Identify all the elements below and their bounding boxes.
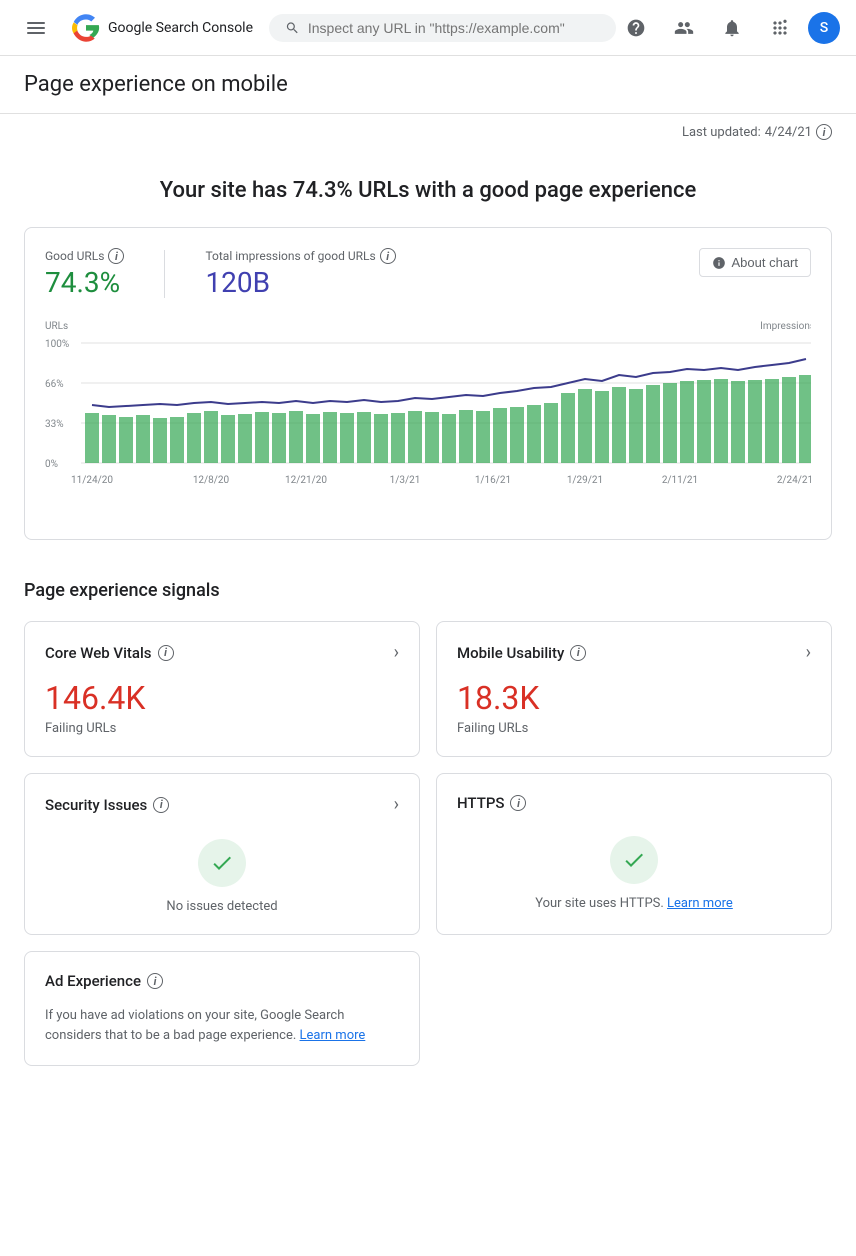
ad-experience-description: If you have ad violations on your site, … xyxy=(45,1006,399,1045)
notification-button[interactable] xyxy=(712,8,752,48)
impressions-metric: Total impressions of good URLs i 120B xyxy=(205,248,395,299)
mobile-usability-info-icon[interactable]: i xyxy=(570,645,586,661)
chart-label: 1/29/21 xyxy=(567,475,603,486)
good-urls-value: 74.3% xyxy=(45,266,124,299)
card-header: Ad Experience i xyxy=(45,972,399,990)
avatar[interactable]: S xyxy=(808,12,840,44)
hero-text: Your site has 74.3% URLs with a good pag… xyxy=(24,178,832,203)
impressions-info-icon[interactable]: i xyxy=(380,248,396,264)
https-learn-more-link[interactable]: Learn more xyxy=(667,896,733,911)
mobile-usability-arrow[interactable]: › xyxy=(806,642,811,663)
core-web-vitals-content: 146.4K Failing URLs xyxy=(45,679,399,736)
security-issues-arrow[interactable]: › xyxy=(394,794,399,815)
ad-experience-info-icon[interactable]: i xyxy=(147,973,163,989)
card-header: HTTPS i xyxy=(457,794,811,812)
https-content: Your site uses HTTPS. Learn more xyxy=(457,828,811,911)
url-search-input[interactable] xyxy=(308,20,600,36)
apps-button[interactable] xyxy=(760,8,800,48)
card-header: Core Web Vitals i › xyxy=(45,642,399,663)
chart-container: URLs 100% 66% 33% 0% Impressions 2.3B 1.… xyxy=(45,315,811,519)
card-title: Mobile Usability i xyxy=(457,644,586,662)
chart-label: 2/24/21 xyxy=(777,475,811,486)
security-issues-card: Security Issues i › No issues detected xyxy=(24,773,420,935)
chart-label: 12/8/20 xyxy=(193,475,230,486)
search-icon xyxy=(285,20,300,36)
https-check xyxy=(610,836,658,884)
good-urls-label: Good URLs i xyxy=(45,248,124,264)
chart-label: URLs xyxy=(45,321,68,332)
app-header: Google Search Console S xyxy=(0,0,856,56)
security-issues-content: No issues detected xyxy=(45,831,399,914)
page-title-bar: Page experience on mobile xyxy=(0,56,856,114)
core-web-vitals-info-icon[interactable]: i xyxy=(158,645,174,661)
last-updated-info-icon[interactable]: i xyxy=(816,124,832,140)
chart-card: Good URLs i 74.3% Total impressions of g… xyxy=(24,227,832,540)
impressions-label: Total impressions of good URLs i xyxy=(205,248,395,264)
last-updated-label: Last updated: xyxy=(682,125,761,140)
card-title: Ad Experience i xyxy=(45,972,163,990)
mobile-usability-card: Mobile Usability i › 18.3K Failing URLs xyxy=(436,621,832,757)
hero-section: Your site has 74.3% URLs with a good pag… xyxy=(24,150,832,227)
signals-title: Page experience signals xyxy=(24,580,832,601)
core-web-vitals-card: Core Web Vitals i › 146.4K Failing URLs xyxy=(24,621,420,757)
card-header: Security Issues i › xyxy=(45,794,399,815)
https-card: HTTPS i Your site uses HTTPS. Learn more xyxy=(436,773,832,935)
security-issues-check xyxy=(198,839,246,887)
https-ok-text: Your site uses HTTPS. Learn more xyxy=(535,896,733,911)
chart-label: 33% xyxy=(45,419,64,430)
card-title: Core Web Vitals i xyxy=(45,644,174,662)
page-title: Page experience on mobile xyxy=(24,72,832,97)
mobile-usability-label: Failing URLs xyxy=(457,721,528,736)
card-title: HTTPS i xyxy=(457,794,526,812)
chart-label: 1/16/21 xyxy=(475,475,511,486)
main-content: Your site has 74.3% URLs with a good pag… xyxy=(0,150,856,1106)
core-web-vitals-value: 146.4K xyxy=(45,679,145,717)
user-manage-button[interactable] xyxy=(664,8,704,48)
app-logo: Google Search Console xyxy=(72,14,253,42)
menu-button[interactable] xyxy=(16,8,56,48)
chart-label: 2/11/21 xyxy=(662,475,698,486)
info-circle-icon xyxy=(712,256,726,270)
ad-experience-card: Ad Experience i If you have ad violation… xyxy=(24,951,420,1066)
security-issues-ok-text: No issues detected xyxy=(166,899,277,914)
card-header: Mobile Usability i › xyxy=(457,642,811,663)
mobile-usability-value: 18.3K xyxy=(457,679,539,717)
core-web-vitals-label: Failing URLs xyxy=(45,721,116,736)
chart-label: 66% xyxy=(45,379,64,390)
ad-experience-learn-more-link[interactable]: Learn more xyxy=(300,1028,366,1043)
good-urls-metric: Good URLs i 74.3% xyxy=(45,248,124,299)
chart-label: 1/3/21 xyxy=(390,475,421,486)
signals-grid: Core Web Vitals i › 146.4K Failing URLs … xyxy=(24,621,832,935)
chart-label: 0% xyxy=(45,459,58,470)
chart-label: 11/24/20 xyxy=(71,475,113,486)
chart-metrics: Good URLs i 74.3% Total impressions of g… xyxy=(45,248,811,299)
header-actions: S xyxy=(616,8,840,48)
help-button[interactable] xyxy=(616,8,656,48)
metric-divider xyxy=(164,250,165,298)
security-issues-info-icon[interactable]: i xyxy=(153,797,169,813)
chart-label: 12/21/20 xyxy=(285,475,327,486)
signals-section: Page experience signals Core Web Vitals … xyxy=(24,580,832,1066)
impressions-value: 120B xyxy=(205,266,395,299)
bar-chart xyxy=(85,375,811,463)
search-bar[interactable] xyxy=(269,14,616,42)
chart-label: 100% xyxy=(45,339,69,350)
logo-text: Google Search Console xyxy=(108,20,253,36)
last-updated-bar: Last updated: 4/24/21 i xyxy=(0,114,856,150)
ad-experience-section: Ad Experience i If you have ad violation… xyxy=(24,951,832,1066)
last-updated-date: 4/24/21 xyxy=(765,125,812,140)
card-title: Security Issues i xyxy=(45,796,169,814)
https-info-icon[interactable]: i xyxy=(510,795,526,811)
mobile-usability-content: 18.3K Failing URLs xyxy=(457,679,811,736)
about-chart-button[interactable]: About chart xyxy=(699,248,812,277)
chart-label: Impressions xyxy=(760,321,811,332)
good-urls-info-icon[interactable]: i xyxy=(108,248,124,264)
core-web-vitals-arrow[interactable]: › xyxy=(394,642,399,663)
